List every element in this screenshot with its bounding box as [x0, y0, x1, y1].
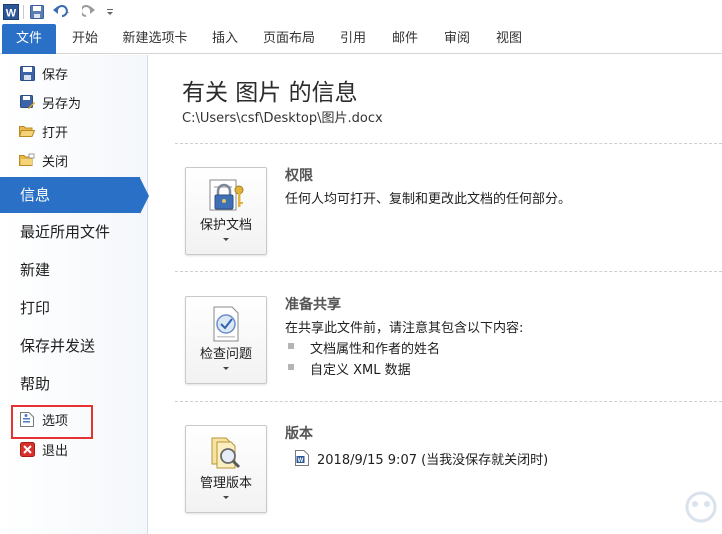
bullet-icon — [288, 343, 294, 349]
sharing-item-properties: 文档属性和作者的姓名 — [310, 342, 441, 357]
open-command-label: 打开 — [42, 125, 69, 141]
check-document-icon — [206, 305, 246, 343]
baidu-watermark-icon — [685, 491, 717, 523]
manage-versions-button[interactable]: 管理版本 — [185, 425, 267, 513]
customize-qat-icon[interactable] — [104, 3, 116, 21]
word-document-icon: W — [295, 450, 309, 466]
save-command[interactable]: 保存 — [0, 60, 148, 86]
bullet-icon — [288, 364, 294, 370]
save-command-label: 保存 — [42, 67, 69, 83]
exit-icon — [19, 441, 35, 457]
document-path: C:\Users\csf\Desktop\图片.docx — [182, 111, 383, 126]
ribbon-tabs: 文件 开始 新建选项卡 插入 页面布局 引用 邮件 审阅 视图 — [0, 24, 722, 54]
permissions-text: 任何人均可打开、复制和更改此文档的任何部分。 — [285, 192, 572, 207]
backstage-nav: 保存 另存为 打开 关闭 信息 最近所用文件 新建 打印 保存并发送 帮助 选项… — [0, 55, 148, 534]
svg-text:W: W — [298, 458, 304, 464]
permissions-heading: 权限 — [285, 168, 313, 184]
nav-tab-recent[interactable]: 最近所用文件 — [0, 214, 148, 250]
tab-home[interactable]: 开始 — [62, 24, 108, 54]
save-as-command[interactable]: 另存为 — [0, 89, 148, 115]
check-for-issues-label: 检查问题 — [199, 347, 252, 362]
protect-document-label: 保护文档 — [199, 218, 252, 233]
tab-review[interactable]: 审阅 — [434, 24, 480, 54]
nav-tab-help[interactable]: 帮助 — [0, 366, 148, 402]
prepare-sharing-heading: 准备共享 — [285, 297, 341, 313]
tab-page-layout[interactable]: 页面布局 — [256, 24, 322, 54]
dropdown-caret-icon — [223, 238, 229, 241]
exit-command[interactable]: 退出 — [0, 436, 148, 462]
open-command[interactable]: 打开 — [0, 118, 148, 144]
tab-file[interactable]: 文件 — [2, 24, 56, 54]
protect-document-button[interactable]: 保护文档 — [185, 167, 267, 255]
undo-icon[interactable] — [50, 3, 72, 21]
save-as-command-label: 另存为 — [42, 96, 82, 112]
qat-separator — [23, 5, 24, 19]
save-as-icon — [19, 94, 35, 110]
version-entry[interactable]: W 2018/9/15 9:07 (当我没保存就关闭时) — [295, 450, 549, 468]
save-icon[interactable] — [28, 3, 46, 21]
close-command-label: 关闭 — [42, 154, 69, 170]
nav-tab-info[interactable]: 信息 — [0, 177, 140, 213]
section-divider — [175, 143, 722, 144]
quick-access-toolbar: W — [0, 0, 722, 24]
info-title: 有关 图片 的信息 — [182, 80, 358, 106]
word-app-icon[interactable]: W — [2, 3, 20, 21]
tab-view[interactable]: 视图 — [486, 24, 532, 54]
save-icon — [19, 65, 35, 81]
nav-tab-new[interactable]: 新建 — [0, 252, 148, 288]
version-entry-label: 2018/9/15 9:07 (当我没保存就关闭时) — [317, 452, 549, 468]
dropdown-caret-icon — [223, 367, 229, 370]
close-folder-icon — [19, 152, 35, 168]
dropdown-caret-icon — [223, 496, 229, 499]
info-pane: 有关 图片 的信息 C:\Users\csf\Desktop\图片.docx 保… — [149, 55, 722, 534]
nav-tab-save-and-send[interactable]: 保存并发送 — [0, 328, 148, 364]
tab-mailings[interactable]: 邮件 — [382, 24, 428, 54]
section-divider — [175, 401, 722, 402]
manage-versions-label: 管理版本 — [199, 476, 252, 491]
tab-insert[interactable]: 插入 — [202, 24, 248, 54]
word-backstage-window: W 文件 开始 新建选项卡 插入 页面布局 引用 邮件 审阅 视图 保存 另存为… — [0, 0, 722, 534]
prepare-sharing-text: 在共享此文件前，请注意其包含以下内容: — [285, 321, 524, 336]
active-tab-arrow — [140, 178, 149, 214]
manage-versions-icon — [206, 434, 246, 472]
section-divider — [175, 271, 722, 272]
tab-new-tab[interactable]: 新建选项卡 — [116, 24, 194, 54]
tab-references[interactable]: 引用 — [330, 24, 376, 54]
check-for-issues-button[interactable]: 检查问题 — [185, 296, 267, 384]
sharing-item-xml: 自定义 XML 数据 — [310, 363, 411, 378]
exit-command-label: 退出 — [42, 443, 69, 459]
close-command[interactable]: 关闭 — [0, 147, 148, 173]
options-highlight-box — [11, 405, 93, 439]
nav-tab-print[interactable]: 打印 — [0, 290, 148, 326]
redo-icon[interactable] — [80, 3, 98, 21]
lock-key-icon — [206, 176, 246, 214]
open-folder-icon — [19, 123, 35, 139]
versions-heading: 版本 — [285, 426, 313, 442]
svg-text:W: W — [6, 8, 17, 20]
